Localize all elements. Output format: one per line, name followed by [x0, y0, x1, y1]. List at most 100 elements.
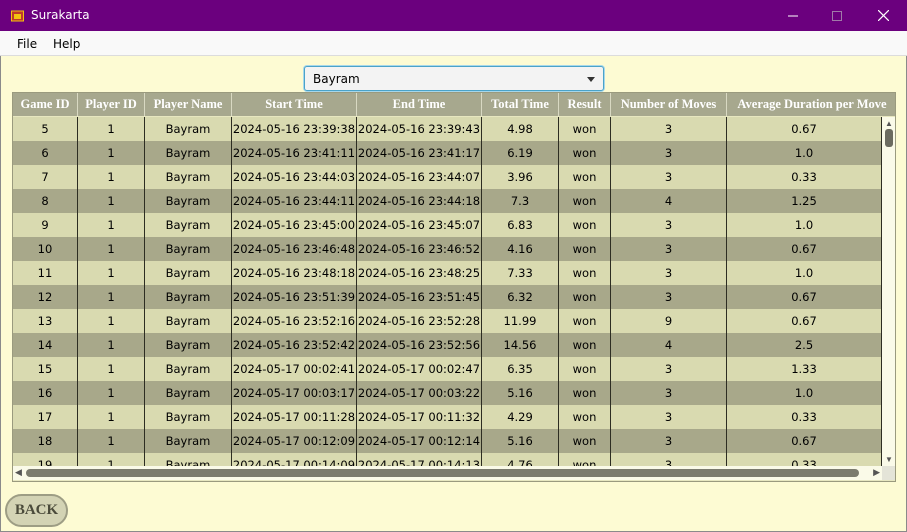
cell-start-time: 2024-05-16 23:48:18 — [232, 261, 357, 285]
cell-average-duration: 1.25 — [727, 189, 882, 213]
cell-total-time: 6.35 — [482, 357, 559, 381]
cell-result: won — [559, 261, 611, 285]
column-header-number-of-moves[interactable]: Number of Moves — [611, 93, 727, 116]
cell-player-id: 1 — [78, 141, 145, 165]
column-header-total-time[interactable]: Total Time — [482, 93, 559, 116]
table-row[interactable]: 17 1 Bayram 2024-05-17 00:11:28 2024-05-17 0… — [13, 405, 882, 429]
cell-game-id: 7 — [13, 165, 78, 189]
close-button[interactable] — [860, 0, 906, 31]
table-body: 5 1 Bayram 2024-05-16 23:39:38 2024-05-16 23… — [13, 117, 882, 466]
maximize-icon — [832, 10, 842, 21]
cell-start-time: 2024-05-16 23:46:48 — [232, 237, 357, 261]
cell-number-of-moves: 4 — [611, 189, 727, 213]
cell-end-time: 2024-05-16 23:48:25 — [357, 261, 482, 285]
table-row[interactable]: 8 1 Bayram 2024-05-16 23:44:11 2024-05-16 23… — [13, 189, 882, 213]
table-row[interactable]: 14 1 Bayram 2024-05-16 23:52:42 2024-05-16 2… — [13, 333, 882, 357]
scroll-left-icon[interactable]: ◀ — [15, 467, 22, 478]
scroll-right-icon[interactable]: ▶ — [873, 467, 880, 478]
table-row[interactable]: 5 1 Bayram 2024-05-16 23:39:38 2024-05-16 23… — [13, 117, 882, 141]
cell-end-time: 2024-05-16 23:45:07 — [357, 213, 482, 237]
column-header-player-name[interactable]: Player Name — [145, 93, 232, 116]
column-header-end-time[interactable]: End Time — [357, 93, 482, 116]
scroll-up-icon[interactable]: ▲ — [885, 119, 893, 128]
cell-end-time: 2024-05-17 00:12:14 — [357, 429, 482, 453]
cell-start-time: 2024-05-17 00:02:41 — [232, 357, 357, 381]
table-row[interactable]: 15 1 Bayram 2024-05-17 00:02:41 2024-05-17 0… — [13, 357, 882, 381]
cell-total-time: 11.99 — [482, 309, 559, 333]
cell-total-time: 6.32 — [482, 285, 559, 309]
cell-end-time: 2024-05-17 00:03:22 — [357, 381, 482, 405]
cell-player-id: 1 — [78, 429, 145, 453]
table-row[interactable]: 13 1 Bayram 2024-05-16 23:52:16 2024-05-16 2… — [13, 309, 882, 333]
close-icon — [877, 10, 889, 21]
cell-game-id: 6 — [13, 141, 78, 165]
column-header-average-duration[interactable]: Average Duration per Move — [727, 93, 895, 116]
column-header-result[interactable]: Result — [559, 93, 611, 116]
cell-average-duration: 2.5 — [727, 333, 882, 357]
table-row[interactable]: 18 1 Bayram 2024-05-17 00:12:09 2024-05-17 0… — [13, 429, 882, 453]
cell-result: won — [559, 429, 611, 453]
table-row[interactable]: 19 1 Bayram 2024-05-17 00:14:09 2024-05-17 0… — [13, 453, 882, 466]
cell-player-name: Bayram — [145, 141, 232, 165]
cell-game-id: 17 — [13, 405, 78, 429]
vertical-scrollbar[interactable]: ▲ ▼ — [882, 117, 895, 466]
menu-help[interactable]: Help — [53, 37, 80, 51]
horizontal-scrollbar[interactable]: ◀ ▶ — [13, 466, 882, 480]
cell-total-time: 6.83 — [482, 213, 559, 237]
maximize-button[interactable] — [814, 0, 860, 31]
cell-player-id: 1 — [78, 381, 145, 405]
cell-number-of-moves: 3 — [611, 117, 727, 141]
table-row[interactable]: 10 1 Bayram 2024-05-16 23:46:48 2024-05-16 2… — [13, 237, 882, 261]
cell-end-time: 2024-05-17 00:11:32 — [357, 405, 482, 429]
cell-game-id: 9 — [13, 213, 78, 237]
horizontal-scroll-thumb[interactable] — [26, 469, 859, 477]
cell-player-id: 1 — [78, 309, 145, 333]
player-select[interactable]: Bayram — [304, 66, 604, 91]
cell-average-duration: 0.33 — [727, 165, 882, 189]
cell-game-id: 13 — [13, 309, 78, 333]
cell-start-time: 2024-05-17 00:12:09 — [232, 429, 357, 453]
cell-result: won — [559, 189, 611, 213]
column-header-start-time[interactable]: Start Time — [232, 93, 357, 116]
table-row[interactable]: 9 1 Bayram 2024-05-16 23:45:00 2024-05-16 23… — [13, 213, 882, 237]
cell-average-duration: 0.67 — [727, 117, 882, 141]
player-select-value: Bayram — [313, 72, 360, 86]
app-icon — [11, 10, 24, 22]
cell-result: won — [559, 237, 611, 261]
cell-result: won — [559, 285, 611, 309]
cell-total-time: 4.16 — [482, 237, 559, 261]
minimize-button[interactable] — [770, 0, 816, 31]
scrollbar-corner — [882, 466, 895, 480]
cell-start-time: 2024-05-16 23:41:11 — [232, 141, 357, 165]
menu-bar: File Help — [0, 31, 907, 56]
cell-player-name: Bayram — [145, 285, 232, 309]
cell-player-id: 1 — [78, 165, 145, 189]
table-row[interactable]: 11 1 Bayram 2024-05-16 23:48:18 2024-05-16 2… — [13, 261, 882, 285]
table-row[interactable]: 7 1 Bayram 2024-05-16 23:44:03 2024-05-16 23… — [13, 165, 882, 189]
column-header-game-id[interactable]: Game ID — [13, 93, 78, 116]
table-row[interactable]: 16 1 Bayram 2024-05-17 00:03:17 2024-05-17 0… — [13, 381, 882, 405]
cell-game-id: 11 — [13, 261, 78, 285]
back-button[interactable]: BACK — [5, 494, 68, 527]
table-row[interactable]: 6 1 Bayram 2024-05-16 23:41:11 2024-05-16 23… — [13, 141, 882, 165]
cell-total-time: 5.16 — [482, 429, 559, 453]
cell-player-name: Bayram — [145, 117, 232, 141]
menu-file[interactable]: File — [17, 37, 37, 51]
column-header-player-id[interactable]: Player ID — [78, 93, 145, 116]
cell-end-time: 2024-05-16 23:41:17 — [357, 141, 482, 165]
cell-number-of-moves: 3 — [611, 213, 727, 237]
cell-number-of-moves: 3 — [611, 405, 727, 429]
cell-end-time: 2024-05-16 23:39:43 — [357, 117, 482, 141]
cell-average-duration: 0.33 — [727, 453, 882, 466]
scroll-down-icon[interactable]: ▼ — [885, 455, 893, 464]
cell-result: won — [559, 165, 611, 189]
cell-total-time: 5.16 — [482, 381, 559, 405]
cell-start-time: 2024-05-16 23:44:03 — [232, 165, 357, 189]
window-title: Surakarta — [31, 8, 90, 22]
cell-result: won — [559, 453, 611, 466]
cell-number-of-moves: 3 — [611, 141, 727, 165]
table-row[interactable]: 12 1 Bayram 2024-05-16 23:51:39 2024-05-16 2… — [13, 285, 882, 309]
vertical-scroll-thumb[interactable] — [885, 129, 893, 147]
cell-number-of-moves: 3 — [611, 357, 727, 381]
cell-result: won — [559, 141, 611, 165]
